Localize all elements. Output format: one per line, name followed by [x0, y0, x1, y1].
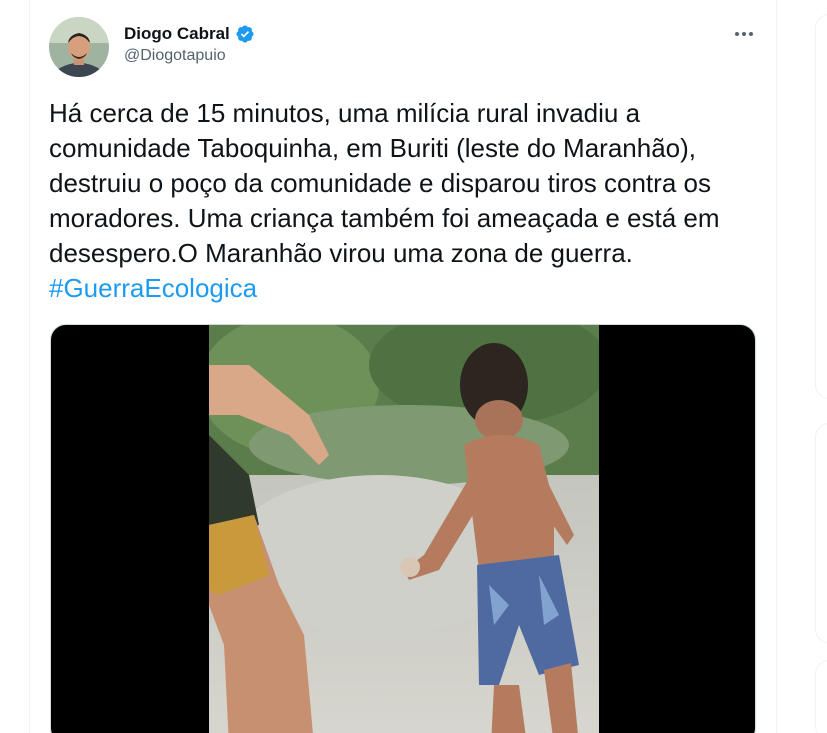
more-options-button[interactable] — [728, 22, 760, 46]
hashtag-link[interactable]: #GuerraEcologica — [49, 273, 257, 303]
sidebar-card-edge — [815, 660, 827, 733]
video-frame — [209, 325, 599, 733]
more-options-icon — [735, 32, 753, 36]
author-name[interactable]: Diogo Cabral — [124, 24, 230, 44]
tweet-body: Há cerca de 15 minutos, uma milícia rura… — [49, 98, 720, 268]
avatar[interactable] — [49, 17, 109, 77]
sidebar-card-edge — [815, 423, 827, 643]
verified-badge-icon — [235, 24, 255, 44]
sidebar-card-edge — [815, 14, 827, 399]
tweet-text: Há cerca de 15 minutos, uma milícia rura… — [49, 96, 764, 306]
name-row: Diogo Cabral — [124, 22, 255, 46]
tweet-video[interactable] — [50, 324, 756, 733]
author-handle[interactable]: @Diogotapuio — [124, 47, 255, 65]
tweet-header: Diogo Cabral @Diogotapuio — [124, 22, 255, 65]
tweet-page: Diogo Cabral @Diogotapuio Há cerca de 15… — [0, 0, 827, 733]
